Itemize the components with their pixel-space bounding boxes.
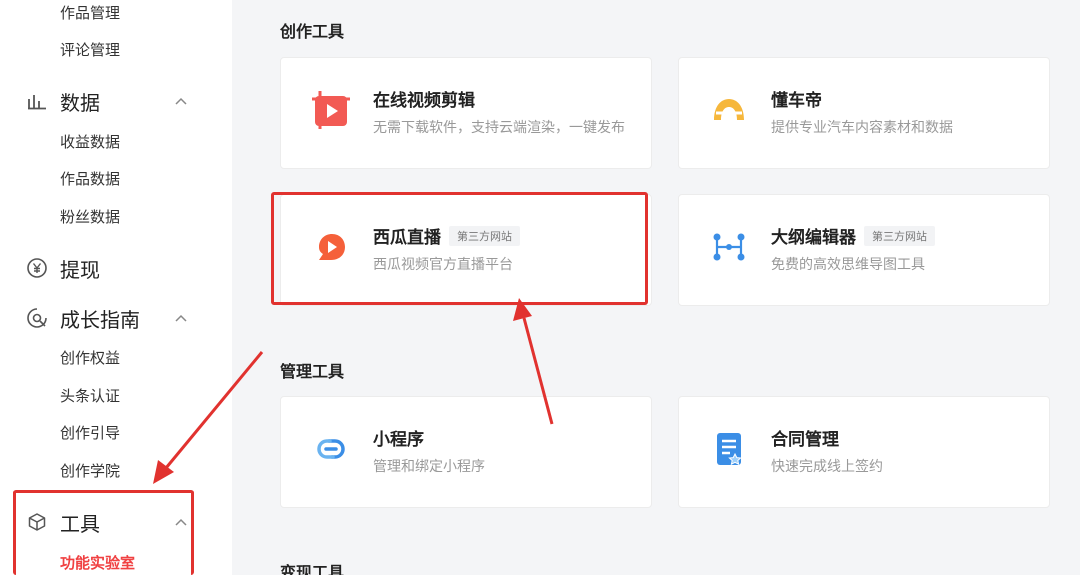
annotation-arrow [164,351,264,469]
annotation-arrow [522,317,554,425]
annotation-arrows [153,298,554,484]
annotation-arrowhead [513,298,532,321]
